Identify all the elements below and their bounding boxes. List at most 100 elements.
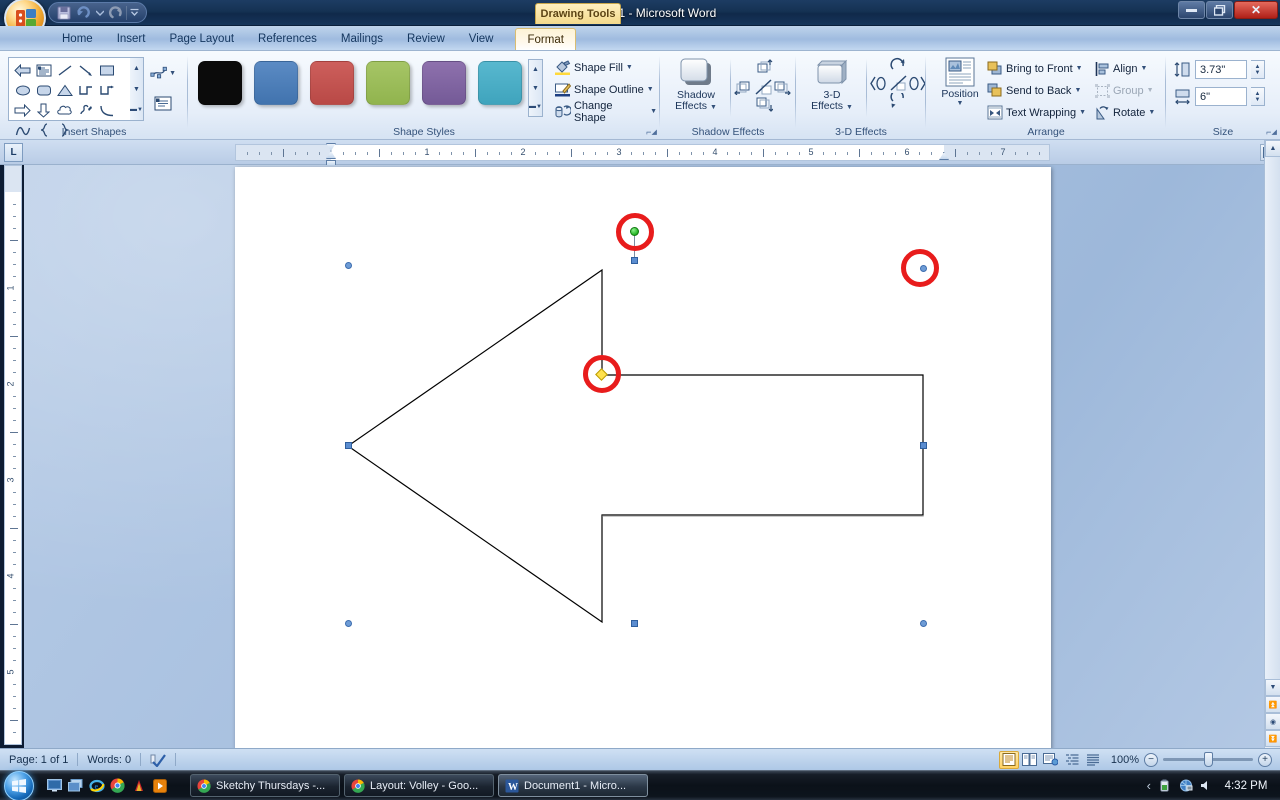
scroll-up-icon[interactable]: ▲ [1265, 140, 1280, 157]
customize-qat-icon[interactable] [128, 4, 141, 21]
align-button[interactable]: Align ▼ [1092, 58, 1150, 79]
show-desktop-icon[interactable] [46, 777, 63, 794]
shape-outline-button[interactable]: Shape Outline ▼ [551, 79, 657, 100]
undo-dropdown-icon[interactable] [94, 4, 105, 21]
top-left-handle[interactable] [345, 262, 352, 269]
next-page-icon[interactable]: ⏬ [1265, 730, 1280, 747]
minimize-button[interactable] [1178, 1, 1205, 19]
nudge-shadow-up-button[interactable] [755, 59, 773, 78]
shape-width-spinner[interactable]: ▲ ▼ [1251, 87, 1265, 106]
taskbar-item-sketchy-thursdays[interactable]: Sketchy Thursdays -... [190, 774, 340, 797]
shape-style-swatch-2[interactable] [254, 61, 298, 105]
taskbar-item-layout-volley[interactable]: Layout: Volley - Goo... [344, 774, 494, 797]
bring-to-front-button[interactable]: Bring to Front ▼ [984, 58, 1086, 79]
shapes-gallery[interactable] [8, 57, 138, 137]
nudge-shadow-left-button[interactable] [734, 79, 752, 98]
google-chrome-icon[interactable] [109, 777, 126, 794]
left-arrow-shape[interactable] [12, 60, 33, 80]
battery-icon[interactable] [1157, 778, 1172, 793]
shape-height-spinner[interactable]: ▲ ▼ [1251, 60, 1265, 79]
vertical-scrollbar[interactable]: ▲ ▼ ⏫ ◉ ⏬ [1264, 140, 1280, 748]
rounded-rectangle-shape[interactable] [33, 80, 54, 100]
arrow-line-shape[interactable] [75, 60, 96, 80]
tab-view[interactable]: View [457, 28, 506, 50]
chevron-down-icon[interactable]: ▼ [650, 108, 657, 115]
internet-explorer-icon[interactable]: e [88, 777, 105, 794]
bottom-center-handle[interactable] [631, 620, 638, 627]
middle-left-handle[interactable] [345, 442, 352, 449]
shape-width-input[interactable]: 6" [1195, 87, 1247, 106]
cloud-shape[interactable] [54, 100, 75, 120]
shapes-gallery-scroll[interactable]: ▲ ▼ ▬ ▼ [130, 57, 144, 121]
text-wrapping-button[interactable]: Text Wrapping ▼ [984, 102, 1089, 123]
styles-more-icon[interactable]: ▬ ▼ [529, 97, 542, 116]
chevron-down-icon[interactable]: ▼ [1148, 109, 1155, 116]
styles-scroll-up-icon[interactable]: ▲ [529, 60, 542, 79]
chevron-down-icon[interactable]: ▼ [957, 100, 964, 107]
tab-stop-selector[interactable]: L [4, 143, 23, 162]
web-layout-view-button[interactable] [1041, 751, 1061, 769]
start-button[interactable] [4, 770, 34, 800]
tab-page-layout[interactable]: Page Layout [157, 28, 246, 50]
network-icon[interactable] [1178, 778, 1193, 793]
tab-home[interactable]: Home [50, 28, 105, 50]
draw-text-box-button[interactable] [150, 91, 176, 115]
oval-shape[interactable] [12, 80, 33, 100]
send-to-back-button[interactable]: Send to Back ▼ [984, 80, 1084, 101]
filezilla-icon[interactable] [130, 777, 147, 794]
down-arrow-shape[interactable] [33, 100, 54, 120]
taskbar-clock[interactable]: 4:32 PM [1220, 780, 1272, 792]
shape-style-swatch-5[interactable] [422, 61, 466, 105]
right-arrow-shape[interactable] [12, 100, 33, 120]
chevron-down-icon[interactable]: ▼ [626, 64, 633, 71]
elbow-connector-shape[interactable] [75, 80, 96, 100]
top-center-handle[interactable] [631, 257, 638, 264]
select-browse-object-icon[interactable]: ◉ [1265, 713, 1280, 730]
chevron-down-icon[interactable]: ▼ [1147, 87, 1154, 94]
zoom-out-button[interactable]: − [1144, 752, 1158, 767]
chevron-down-icon[interactable]: ▼ [1079, 109, 1086, 116]
word-count[interactable]: Words: 0 [78, 749, 140, 771]
tab-format[interactable]: Format [515, 28, 576, 50]
tilt-left-button[interactable] [870, 75, 888, 95]
line-shape[interactable] [54, 60, 75, 80]
proofing-errors-icon[interactable] [141, 749, 175, 771]
print-layout-view-button[interactable] [998, 750, 1019, 769]
zoom-slider-thumb[interactable] [1204, 752, 1213, 767]
shape-style-swatch-3[interactable] [310, 61, 354, 105]
zoom-level-label[interactable]: 100% [1111, 754, 1139, 766]
no-shadow-effect-button[interactable] [754, 78, 774, 99]
tab-review[interactable]: Review [395, 28, 457, 50]
tab-insert[interactable]: Insert [105, 28, 158, 50]
outline-view-button[interactable] [1062, 751, 1082, 769]
tilt-right-button[interactable] [908, 75, 926, 95]
undo-icon[interactable] [74, 4, 93, 21]
full-screen-reading-view-button[interactable] [1020, 751, 1040, 769]
horizontal-ruler[interactable]: 1 2 3 4 5 6 7 [235, 143, 1050, 166]
document-page[interactable] [235, 167, 1051, 748]
no-3d-effect-button[interactable] [889, 74, 909, 95]
bottom-left-handle[interactable] [345, 620, 352, 627]
scroll-down-icon[interactable]: ▼ [1265, 679, 1280, 696]
switch-windows-icon[interactable] [67, 777, 84, 794]
change-shape-button[interactable]: Change Shape ▼ [551, 100, 660, 124]
middle-right-handle[interactable] [920, 442, 927, 449]
chevron-down-icon[interactable]: ▼ [1076, 65, 1083, 72]
gallery-more-icon[interactable]: ▬ ▼ [130, 99, 143, 120]
nudge-shadow-right-button[interactable] [774, 79, 792, 98]
position-button[interactable]: Position ▼ [934, 57, 986, 107]
page-indicator[interactable]: Page: 1 of 1 [0, 749, 77, 771]
zoom-in-button[interactable]: + [1258, 752, 1272, 767]
tab-mailings[interactable]: Mailings [329, 28, 395, 50]
chevron-down-icon[interactable]: ▼ [1140, 65, 1147, 72]
chevron-down-icon[interactable]: ▼ [1074, 87, 1081, 94]
previous-page-icon[interactable]: ⏫ [1265, 696, 1280, 713]
triangle-shape[interactable] [54, 80, 75, 100]
tilt-down-button[interactable] [889, 89, 907, 113]
media-player-icon[interactable] [151, 777, 168, 794]
arc-shape[interactable] [96, 100, 117, 120]
edit-shape-button[interactable]: ▼ [150, 61, 176, 85]
rotate-button[interactable]: Rotate ▼ [1092, 102, 1158, 123]
vertical-ruler[interactable]: 1 2 3 4 5 [4, 165, 22, 745]
tray-expand-icon[interactable]: ‹ [1147, 778, 1151, 793]
